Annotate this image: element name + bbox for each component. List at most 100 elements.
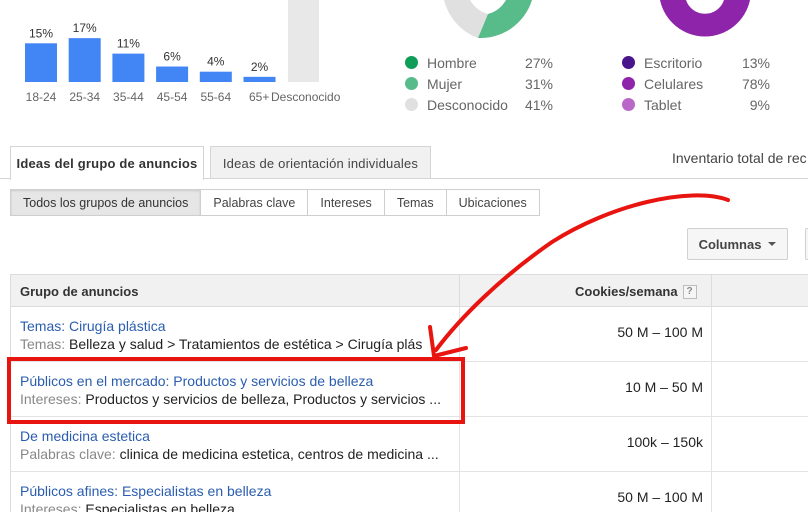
row-title-link[interactable]: De medicina estetica [20,428,150,444]
legend-pct: 27% [524,54,553,71]
legend-label: Desconocido [427,96,508,113]
row-title-link[interactable]: Públicos afines: Especialistas en bellez… [20,483,271,499]
row-subtitle: Palabras clave: clinica de medicina este… [20,446,450,462]
cell-separator [459,472,460,512]
age-category-label: 25-34 [69,90,100,104]
age-bar-value-label: 15% [29,26,53,40]
legend-label: Escritorio [644,54,703,71]
gender-legend: Hombre 27% Mujer 31% Desconocido 41% [405,52,553,115]
ad-group-table: Grupo de anuncios Cookies/semana ? Temas… [10,274,808,512]
tab-ideas-grupo-anuncios[interactable]: Ideas del grupo de anuncios [10,146,204,180]
legend-label: Mujer [427,75,463,92]
legend-pct: 9% [749,96,770,113]
row-sub-value: Productos y servicios de belleza, Produc… [85,391,441,407]
header-grupo-anuncios[interactable]: Grupo de anuncios [20,284,138,299]
age-bar-45-54 [156,66,189,82]
legend-label: Celulares [644,75,704,92]
row-subtitle: Intereses: Especialistas en belleza [20,501,450,512]
legend-row-mujer: Mujer 31% [405,73,553,94]
age-bar-18-24 [25,43,57,82]
cell-separator [711,472,712,512]
header-cookies-semana[interactable]: Cookies/semana ? [575,284,697,299]
age-bar-value-label: 17% [73,21,97,35]
table-header: Grupo de anuncios Cookies/semana ? [10,274,808,307]
table-row: De medicina estetica Palabras clave: cli… [10,417,808,472]
legend-pct: 13% [741,54,770,71]
age-bar-35-44 [112,53,145,82]
legend-row-tablet: Tablet 9% [622,94,770,115]
legend-row-celulares: Celulares 78% [622,73,770,94]
table-row: Públicos afines: Especialistas en bellez… [10,472,808,512]
row-sub-value: Especialistas en belleza [85,501,235,512]
device-donut-purple-segment [660,0,750,37]
legend-label: Tablet [644,96,682,113]
age-category-label: 55-64 [200,90,231,104]
columns-button-label: Columnas [698,236,762,252]
age-category-label: Desconocido [271,90,341,104]
device-legend: Escritorio 13% Celulares 78% Tablet 9% [622,52,770,115]
legend-pct: 31% [524,75,553,92]
cell-separator [459,362,460,416]
subtab-palabras-clave[interactable]: Palabras clave [200,189,309,216]
legend-row-desconocido: Desconocido 41% [405,94,553,115]
age-bar-value-label: 4% [207,55,225,69]
gender-donut-green-segment [478,0,532,39]
legend-pct: 78% [741,75,770,92]
inventory-label: Inventario total de rec [672,150,807,166]
legend-dot-icon [622,56,635,69]
row-sub-value: clinica de medicina estetica, centros de… [119,446,439,462]
row-cookies-value: 50 M – 100 M [617,324,703,340]
row-sub-label: Palabras clave: [20,446,116,462]
row-sub-value: Belleza y salud > Tratamientos de estéti… [69,336,423,352]
header-cookies-label: Cookies/semana [575,284,678,299]
age-bar-value-label: 6% [163,50,181,64]
device-donut [660,0,750,37]
legend-dot-icon [405,98,418,111]
age-bar-value-label: 11% [117,37,140,51]
legend-dot-icon [405,77,418,90]
row-cookies-value: 50 M – 100 M [617,489,703,505]
legend-dot-icon [622,98,635,111]
age-category-label: 65+ [249,90,269,104]
legend-label: Hombre [427,54,477,71]
age-bar-65-plus [243,76,276,82]
row-cookies-value: 100k – 150k [626,434,703,450]
row-cookies-value: 10 M – 50 M [625,379,703,395]
subtab-bar: Todos los grupos de anuncios Palabras cl… [10,189,540,216]
subtab-ubicaciones[interactable]: Ubicaciones [445,189,540,216]
table-row: Públicos en el mercado: Productos y serv… [10,362,808,417]
age-bar-chart: 15% 18-24 17% 25-34 11% 35-44 6% 45-54 4% 55-64 2%… [25,0,341,104]
row-sub-label: Temas: [20,336,66,352]
table-row: Temas: Cirugía plástica Temas: Belleza y… [10,307,808,362]
legend-pct: 41% [524,96,553,113]
age-bar-value-label: 2% [251,60,269,74]
row-subtitle: Temas: Belleza y salud > Tratamientos de… [20,336,450,352]
gender-donut [444,0,532,39]
cell-separator [459,417,460,471]
age-bar-55-64 [199,71,232,82]
cell-separator [459,307,460,361]
tab-ideas-orientacion[interactable]: Ideas de orientación individuales [210,146,431,179]
legend-row-hombre: Hombre 27% [405,52,553,73]
help-icon[interactable]: ? [682,284,697,299]
subtab-intereses[interactable]: Intereses [307,189,385,216]
cell-separator [711,362,712,416]
age-category-label: 35-44 [113,90,144,104]
subtab-todos-grupos[interactable]: Todos los grupos de anuncios [10,189,202,216]
age-category-label: 18-24 [26,90,57,104]
chevron-down-icon [768,242,777,246]
header-separator [459,275,460,306]
row-title-link[interactable]: Temas: Cirugía plástica [20,318,166,334]
cell-separator [711,307,712,361]
subtab-temas[interactable]: Temas [383,189,447,216]
columns-button[interactable]: Columnas [687,228,788,260]
row-title-link[interactable]: Públicos en el mercado: Productos y serv… [20,373,373,389]
cell-separator [711,417,712,471]
header-separator [711,275,712,306]
row-sub-label: Intereses: [20,501,82,512]
row-sub-label: Intereses: [20,391,82,407]
row-subtitle: Intereses: Productos y servicios de bell… [20,391,450,407]
legend-row-escritorio: Escritorio 13% [622,52,770,73]
age-bar-25-34 [68,38,101,82]
legend-dot-icon [622,77,635,90]
